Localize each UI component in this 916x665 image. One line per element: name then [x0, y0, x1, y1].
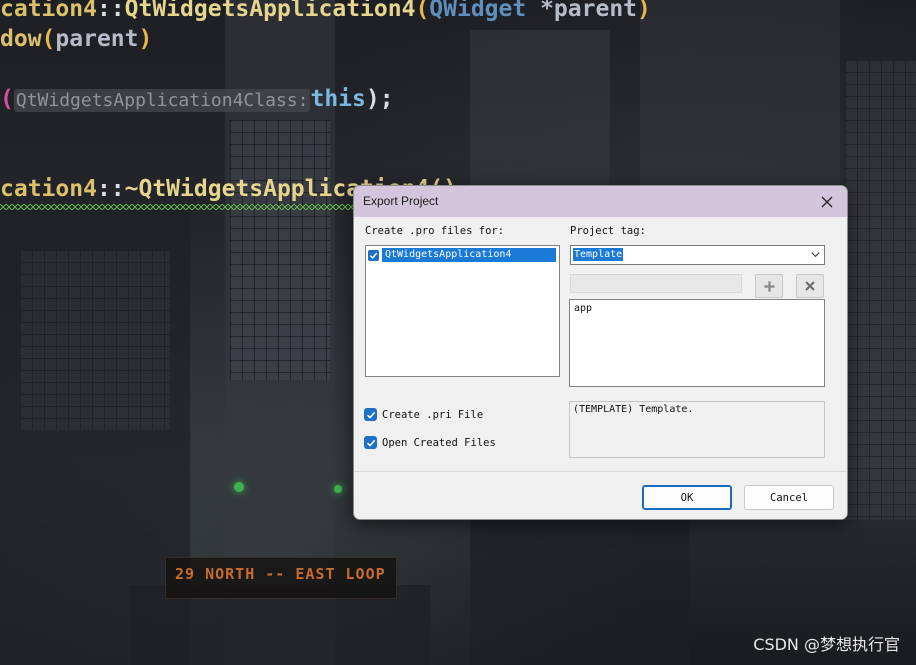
remove-value-button[interactable] — [796, 274, 824, 298]
project-name: QtWidgetsApplication4 — [382, 248, 556, 262]
tag-description-text: (TEMPLATE) Template. — [573, 404, 694, 415]
add-value-button[interactable] — [755, 274, 783, 298]
project-tag-dropdown[interactable]: Template — [570, 245, 825, 265]
background-light — [334, 485, 342, 493]
background-building-windows — [845, 60, 916, 520]
export-project-dialog: Export Project Create .pro files for: Qt… — [353, 185, 848, 520]
code-token: ) — [138, 26, 153, 52]
list-item[interactable]: app — [574, 303, 592, 314]
close-icon — [821, 196, 833, 207]
close-button[interactable] — [807, 186, 847, 217]
project-checkbox[interactable] — [368, 249, 379, 261]
checkmark-icon — [366, 411, 375, 419]
dialog-footer: OK Cancel — [354, 471, 847, 519]
inlay-hint: QtWidgetsApplication4Class: — [13, 89, 311, 112]
code-token: dow — [0, 26, 42, 52]
code-token: this — [310, 86, 366, 112]
create-pro-files-label: Create .pro files for: — [365, 225, 505, 237]
project-tag-value: Template — [573, 248, 624, 261]
cancel-button[interactable]: Cancel — [744, 485, 834, 510]
background-building-windows — [20, 250, 170, 430]
x-icon — [805, 281, 815, 291]
code-line-setup: (QtWidgetsApplication4Class:this); — [0, 86, 394, 112]
project-list[interactable]: QtWidgetsApplication4 — [365, 245, 560, 377]
tag-description: (TEMPLATE) Template. — [569, 401, 825, 458]
background-figure — [470, 520, 690, 665]
code-token: :: — [96, 176, 125, 202]
ok-button[interactable]: OK — [642, 485, 732, 510]
checkmark-icon — [366, 439, 375, 447]
background-building — [640, 0, 840, 190]
checkbox[interactable] — [364, 436, 377, 449]
open-created-files-checkbox[interactable]: Open Created Files — [364, 435, 496, 450]
code-token: cation4 — [0, 176, 97, 202]
background-sign-text: 29 NORTH -- EAST LOOP — [175, 565, 386, 583]
code-token: *parent — [526, 0, 638, 22]
code-token: cation4 — [0, 0, 97, 22]
code-token: ( — [415, 0, 430, 22]
code-token: ) — [637, 0, 651, 22]
background-building — [470, 30, 610, 190]
create-pri-checkbox[interactable]: Create .pri File — [364, 407, 483, 422]
background-building-windows — [230, 120, 330, 380]
checkmark-icon — [369, 252, 378, 259]
tag-values-list[interactable]: app — [569, 299, 825, 387]
dialog-titlebar[interactable]: Export Project — [354, 186, 847, 217]
create-pri-label: Create .pri File — [382, 408, 484, 421]
plus-icon — [763, 280, 775, 292]
tag-value-input[interactable] — [570, 274, 742, 293]
chevron-down-icon — [811, 252, 820, 258]
list-item[interactable]: QtWidgetsApplication4 — [368, 248, 556, 262]
open-created-files-label: Open Created Files — [382, 436, 496, 449]
code-token: parent — [55, 26, 139, 52]
background-light — [234, 482, 244, 492]
code-token: ( — [0, 86, 14, 112]
code-token: QWidget — [429, 0, 527, 22]
code-token: ( — [41, 26, 56, 52]
checkbox[interactable] — [364, 408, 377, 421]
watermark: CSDN @梦想执行官 — [753, 635, 900, 654]
code-line-constructor: cation4::QtWidgetsApplication4(QWidget *… — [0, 0, 651, 22]
code-line-base-init: dow(parent) — [0, 26, 152, 52]
code-token: ); — [365, 86, 394, 112]
code-token: :: — [96, 0, 125, 22]
dialog-title: Export Project — [363, 194, 439, 208]
project-tag-label: Project tag: — [570, 225, 646, 237]
code-token: QtWidgetsApplication4 — [124, 0, 416, 22]
